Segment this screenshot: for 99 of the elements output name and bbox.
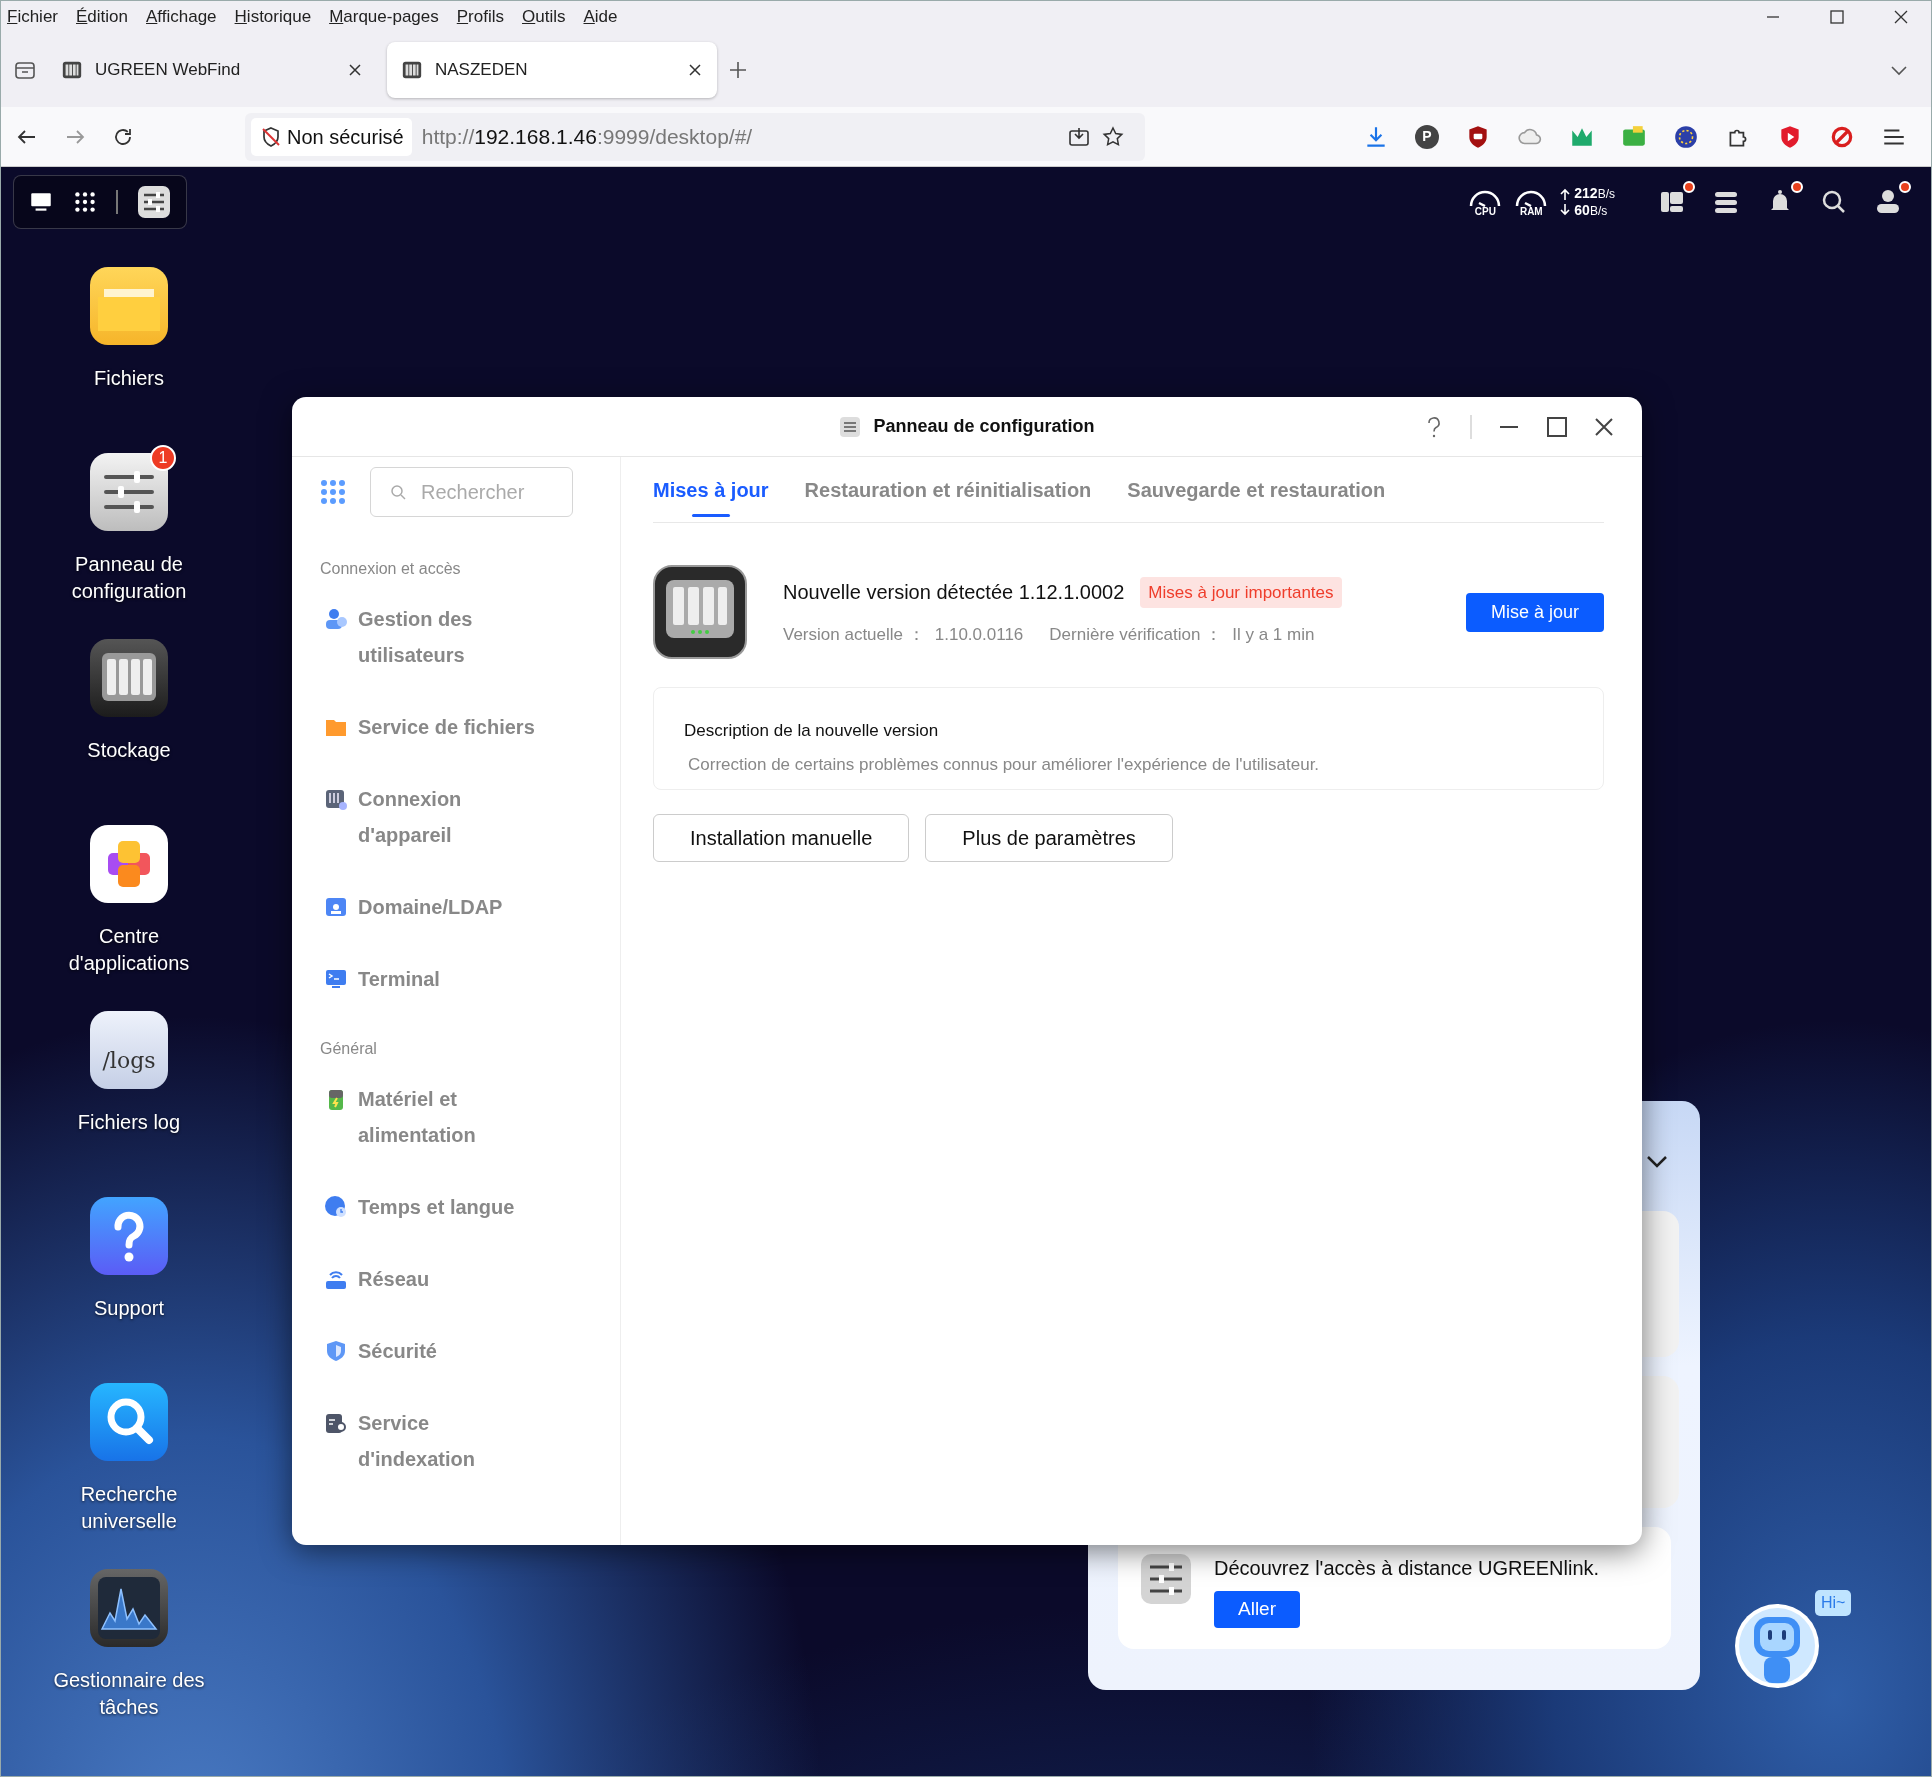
activity-chart-icon[interactable] xyxy=(90,1569,168,1647)
user-icon[interactable] xyxy=(1875,189,1901,215)
menu-item[interactable]: Aide xyxy=(583,4,618,30)
sidebar-item[interactable]: Terminal xyxy=(358,961,538,997)
chevron-down-icon[interactable] xyxy=(1646,1155,1668,1169)
sidebar-item[interactable]: Matériel et alimentation xyxy=(358,1081,538,1153)
nas-device-icon xyxy=(324,787,348,811)
upload-arrow-icon xyxy=(1560,187,1571,200)
control-panel-icon xyxy=(839,415,862,438)
globe-icon[interactable] xyxy=(1673,123,1699,150)
url-field[interactable]: http://192.168.1.46:9999/desktop/#/ xyxy=(421,120,1057,153)
browser-tab[interactable]: UGREEN WebFind xyxy=(47,42,377,98)
meta-value: Il y a 1 min xyxy=(1232,624,1315,646)
meter-label: RAM xyxy=(1519,207,1543,217)
maximize-icon[interactable] xyxy=(1829,9,1845,25)
description-text: Correction de certains problèmes connus pour améliorer l'expérience de l'utilisateur. xyxy=(687,753,1321,776)
app-center-icon[interactable] xyxy=(90,825,168,903)
menu-item[interactable]: Outils xyxy=(522,4,566,30)
menu-item[interactable]: Profils xyxy=(456,4,504,30)
close-icon[interactable] xyxy=(1893,9,1909,25)
update-button[interactable]: Mise à jour xyxy=(1465,592,1604,632)
tab-title: NASZEDEN xyxy=(435,59,529,82)
status-tag: Mises à jour importantes xyxy=(1140,576,1342,608)
bookmark-star-icon[interactable] xyxy=(1101,124,1125,149)
nas-device-icon[interactable] xyxy=(90,639,168,717)
sliders-icon xyxy=(1140,1553,1192,1605)
close-icon[interactable] xyxy=(1594,417,1614,437)
desktop-icon-label[interactable]: Centre d'applications xyxy=(39,923,219,977)
speech-bubble: Hi~ xyxy=(1815,1590,1852,1616)
menu-item[interactable]: Affichage xyxy=(146,4,217,30)
close-icon[interactable] xyxy=(347,62,363,78)
go-button[interactable]: Aller xyxy=(1214,1591,1300,1628)
action-button[interactable]: Installation manuelle xyxy=(653,814,910,862)
storage-icon[interactable] xyxy=(1713,189,1739,215)
users-icon xyxy=(324,607,348,631)
desktop-icon-label[interactable]: Stockage xyxy=(39,737,219,764)
sidebar-item[interactable]: Connexion d'appareil xyxy=(358,781,538,853)
widgets-icon[interactable] xyxy=(1659,189,1685,215)
desktop-icon-label[interactable]: Panneau de configuration xyxy=(39,551,219,605)
menu-item[interactable]: Édition xyxy=(76,4,128,30)
shield-icon xyxy=(324,1339,348,1363)
network-speed: 60B/s xyxy=(1574,202,1608,219)
new-tab-icon[interactable] xyxy=(727,59,749,81)
badge-count: 1 xyxy=(150,445,176,471)
desktop-icon-label[interactable]: Support xyxy=(39,1295,219,1322)
help-icon[interactable] xyxy=(90,1197,168,1275)
meta-label: Dernière vérification ： xyxy=(1049,624,1223,646)
notification-message: Découvrez l'accès à distance UGREENlink. xyxy=(1214,1556,1600,1581)
tab-title: UGREEN WebFind xyxy=(95,59,242,82)
action-button[interactable]: Plus de paramètres xyxy=(925,814,1173,862)
folder-icon[interactable] xyxy=(90,267,168,345)
section-heading: Général xyxy=(320,1039,378,1059)
menu-item[interactable]: Marque-pages xyxy=(329,4,439,30)
description-title: Description de la nouvelle version xyxy=(684,720,940,742)
globe-clock-icon xyxy=(324,1195,348,1219)
nas-favicon-icon xyxy=(61,59,83,81)
nas-device-icon xyxy=(653,565,747,659)
tab[interactable]: Sauvegarde et restauration xyxy=(1127,456,1386,523)
desktop-icon-label[interactable]: Recherche universelle xyxy=(39,1481,219,1535)
section-heading: Connexion et accès xyxy=(320,559,462,579)
desktop-icon-label[interactable]: Fichiers log xyxy=(39,1109,219,1136)
tab[interactable]: Restauration et réinitialisation xyxy=(804,456,1092,523)
sliders-icon[interactable] xyxy=(90,453,168,531)
sidebar-item[interactable]: Domaine/LDAP xyxy=(358,889,538,925)
control-panel-icon[interactable] xyxy=(136,184,172,220)
search-icon[interactable] xyxy=(1821,189,1847,215)
log-file-icon[interactable]: /logs xyxy=(90,1011,168,1089)
search-icon xyxy=(390,484,406,500)
sidebar-item[interactable]: Service de fichiers xyxy=(358,709,538,745)
menu-item[interactable]: Fichier xyxy=(7,4,58,30)
maximize-icon[interactable] xyxy=(1546,416,1568,438)
security-indicator[interactable]: Non sécurisé xyxy=(251,117,412,156)
app-grid-icon[interactable] xyxy=(72,189,98,215)
sidebar-item[interactable]: Sécurité xyxy=(358,1333,538,1369)
sidebar-item[interactable]: Gestion des utilisateurs xyxy=(358,601,538,673)
network-speed: 212B/s xyxy=(1574,185,1615,202)
desktop-icon-label[interactable]: Fichiers xyxy=(39,365,219,392)
extension-letter-icon[interactable]: P xyxy=(1415,124,1439,149)
index-search-icon xyxy=(324,1411,348,1435)
robot-mascot-icon[interactable] xyxy=(1734,1603,1820,1689)
meter-label: CPU xyxy=(1474,207,1496,217)
menu-item[interactable]: Historique xyxy=(234,4,312,30)
tab[interactable]: Mises à jour xyxy=(653,456,769,523)
nas-favicon-icon xyxy=(401,59,423,81)
window-title: Panneau de configuration xyxy=(873,415,1095,438)
version-title: Nouvelle version détectée 1.12.1.0002 xyxy=(783,580,1125,606)
sidebar-item[interactable]: Réseau xyxy=(358,1261,538,1297)
sidebar-item[interactable]: Temps et langue xyxy=(358,1189,538,1225)
search-field[interactable]: Rechercher xyxy=(370,467,573,517)
close-icon[interactable] xyxy=(687,62,703,78)
meta-value: 1.10.0.0116 xyxy=(934,624,1024,646)
id-card-icon xyxy=(324,895,348,919)
download-arrow-icon xyxy=(1560,204,1571,217)
search-app-icon[interactable] xyxy=(90,1383,168,1461)
terminal-icon xyxy=(324,967,348,991)
browser-tab[interactable]: NASZEDEN xyxy=(387,42,717,98)
desktop-icon-label[interactable]: Gestionnaire des tâches xyxy=(39,1667,219,1721)
meta-label: Version actuelle ： xyxy=(783,624,925,646)
sidebar-item[interactable]: Service d'indexation xyxy=(358,1405,538,1477)
